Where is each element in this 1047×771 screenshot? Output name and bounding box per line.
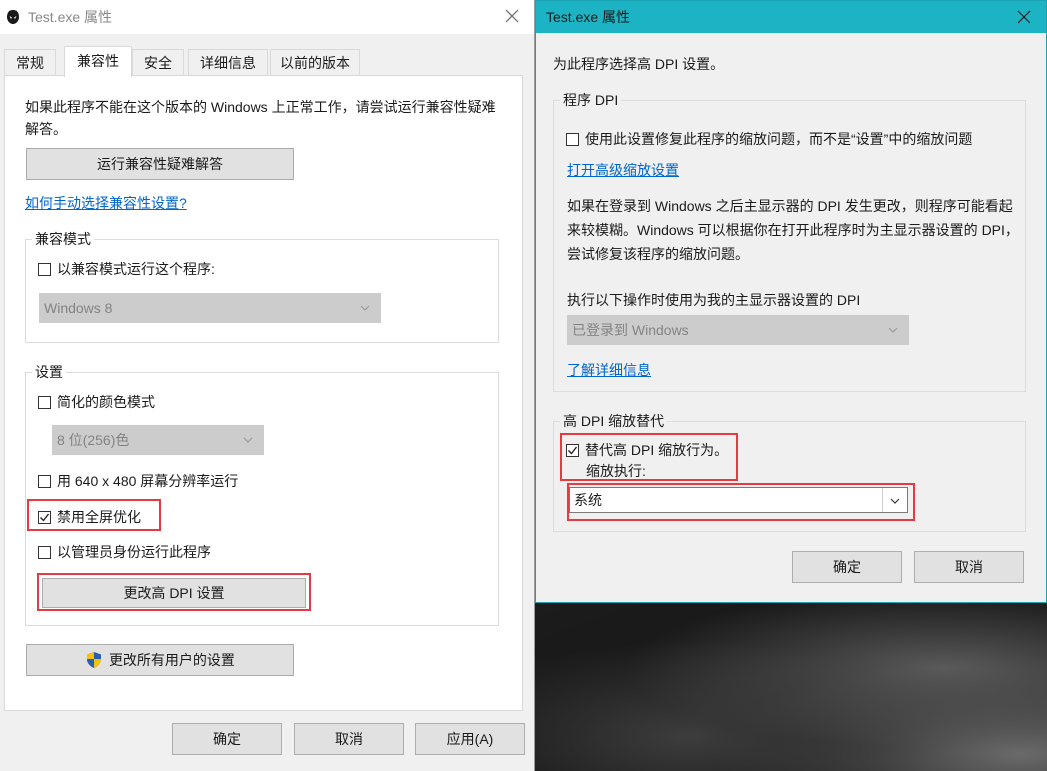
shield-icon [87,652,102,668]
properties-window-left: Test.exe 属性 常规 兼容性 安全 详细信息 以前的版本 如果此程序不能… [0,0,535,771]
compatibility-panel: 如果此程序不能在这个版本的 Windows 上正常工作，请尝试运行兼容性疑难解答… [4,75,523,711]
select-value: 系统 [574,492,602,508]
learn-more-link[interactable]: 了解详细信息 [567,360,651,380]
res-640-row[interactable]: 用 640 x 480 屏幕分辨率运行 [38,470,238,492]
desktop-background [535,600,1047,771]
ok-button[interactable]: 确定 [792,551,902,583]
checkmark-icon [568,446,578,455]
select-label: 执行以下操作时使用为我的主显示器设置的 DPI [567,292,861,308]
res-640-checkbox[interactable] [38,474,51,488]
compat-mode-checkbox[interactable] [38,262,51,276]
chevron-down-icon [888,327,898,333]
dpi-description: 如果在登录到 Windows 之后主显示器的 DPI 发生更改，则程序可能看起来… [567,198,1019,262]
window-title: Test.exe 属性 [28,9,113,25]
override-checkbox-row[interactable]: 替代高 DPI 缩放行为。 [566,439,728,461]
checkbox-label: 用 640 x 480 屏幕分辨率运行 [57,473,239,489]
app-icon [7,10,19,24]
window-title: Test.exe 属性 [546,9,631,25]
run-troubleshooter-button[interactable]: 运行兼容性疑难解答 [26,148,294,180]
ok-button[interactable]: 确定 [172,723,282,755]
chevron-down-icon [360,305,370,311]
checkbox-label: 简化的颜色模式 [57,394,155,410]
tab-previous-versions[interactable]: 以前的版本 [270,49,360,75]
intro-text: 如果此程序不能在这个版本的 Windows 上正常工作，请尝试运行兼容性疑难解答… [25,99,496,137]
reduced-color-row[interactable]: 简化的颜色模式 [38,391,155,413]
color-depth-select[interactable]: 8 位(256)色 [52,425,264,455]
override-dpi-checkbox[interactable] [566,443,579,457]
dpi-trigger-select[interactable]: 已登录到 Windows [567,315,909,345]
disable-fullscreen-opt-row[interactable]: 禁用全屏优化 [38,506,141,528]
dropdown-button[interactable] [882,488,907,512]
close-icon[interactable] [504,8,520,24]
select-value: 8 位(256)色 [57,432,130,448]
checkbox-label: 使用此设置修复此程序的缩放问题，而不是“设置”中的缩放问题 [585,131,973,147]
compat-mode-checkbox-row[interactable]: 以兼容模式运行这个程序: [38,258,215,280]
apply-button[interactable]: 应用(A) [415,723,525,755]
tab-details[interactable]: 详细信息 [188,49,268,75]
change-high-dpi-button[interactable]: 更改高 DPI 设置 [42,578,306,608]
high-dpi-override-group: 高 DPI 缩放替代 替代高 DPI 缩放行为。 缩放执行: 系统 [553,411,1026,532]
button-label: 更改所有用户的设置 [108,652,235,668]
settings-group: 设置 简化的颜色模式 8 位(256)色 用 640 x 480 屏幕分辨率运行 [25,362,499,626]
tab-compatibility[interactable]: 兼容性 [64,46,132,77]
change-all-users-button[interactable]: 更改所有用户的设置 [26,644,294,676]
select-value: 已登录到 Windows [572,322,689,338]
cancel-button[interactable]: 取消 [294,723,404,755]
chevron-down-icon [890,498,900,504]
high-dpi-dialog: Test.exe 属性 为此程序选择高 DPI 设置。 程序 DPI 使用此设置… [535,0,1047,603]
run-as-admin-row[interactable]: 以管理员身份运行此程序 [38,541,211,563]
chevron-down-icon [243,437,253,443]
scaling-performed-by-select[interactable]: 系统 [569,487,908,513]
checkmark-icon [40,513,50,522]
checkbox-label: 禁用全屏优化 [57,509,141,525]
close-icon[interactable] [1016,9,1032,25]
advanced-scaling-link[interactable]: 打开高级缩放设置 [567,160,679,180]
tab-security[interactable]: 安全 [132,49,184,75]
checkbox-label: 以兼容模式运行这个程序: [57,261,215,277]
run-as-admin-checkbox[interactable] [38,545,51,559]
cancel-button[interactable]: 取消 [914,551,1024,583]
dialog-heading: 为此程序选择高 DPI 设置。 [553,56,725,72]
group-label: 兼容模式 [32,229,94,249]
manual-compat-link[interactable]: 如何手动选择兼容性设置? [25,193,187,213]
group-label: 高 DPI 缩放替代 [560,411,668,431]
disable-fullscreen-opt-checkbox[interactable] [38,510,51,524]
compat-mode-group: 兼容模式 以兼容模式运行这个程序: Windows 8 [25,229,499,343]
checkbox-label: 以管理员身份运行此程序 [57,544,211,560]
group-label: 设置 [32,362,66,382]
select-value: Windows 8 [44,300,113,316]
title-bar: Test.exe 属性 [0,0,534,34]
title-bar: Test.exe 属性 [536,1,1046,33]
group-label: 程序 DPI [560,90,622,110]
scaling-sublabel: 缩放执行: [586,463,646,479]
program-dpi-checkbox-row[interactable]: 使用此设置修复此程序的缩放问题，而不是“设置”中的缩放问题 [566,128,972,150]
program-dpi-group: 程序 DPI 使用此设置修复此程序的缩放问题，而不是“设置”中的缩放问题 打开高… [553,90,1026,392]
reduced-color-checkbox[interactable] [38,395,51,409]
program-dpi-checkbox[interactable] [566,132,579,146]
os-select[interactable]: Windows 8 [39,293,381,323]
tab-general[interactable]: 常规 [4,49,56,75]
checkbox-label: 替代高 DPI 缩放行为。 [585,442,729,458]
